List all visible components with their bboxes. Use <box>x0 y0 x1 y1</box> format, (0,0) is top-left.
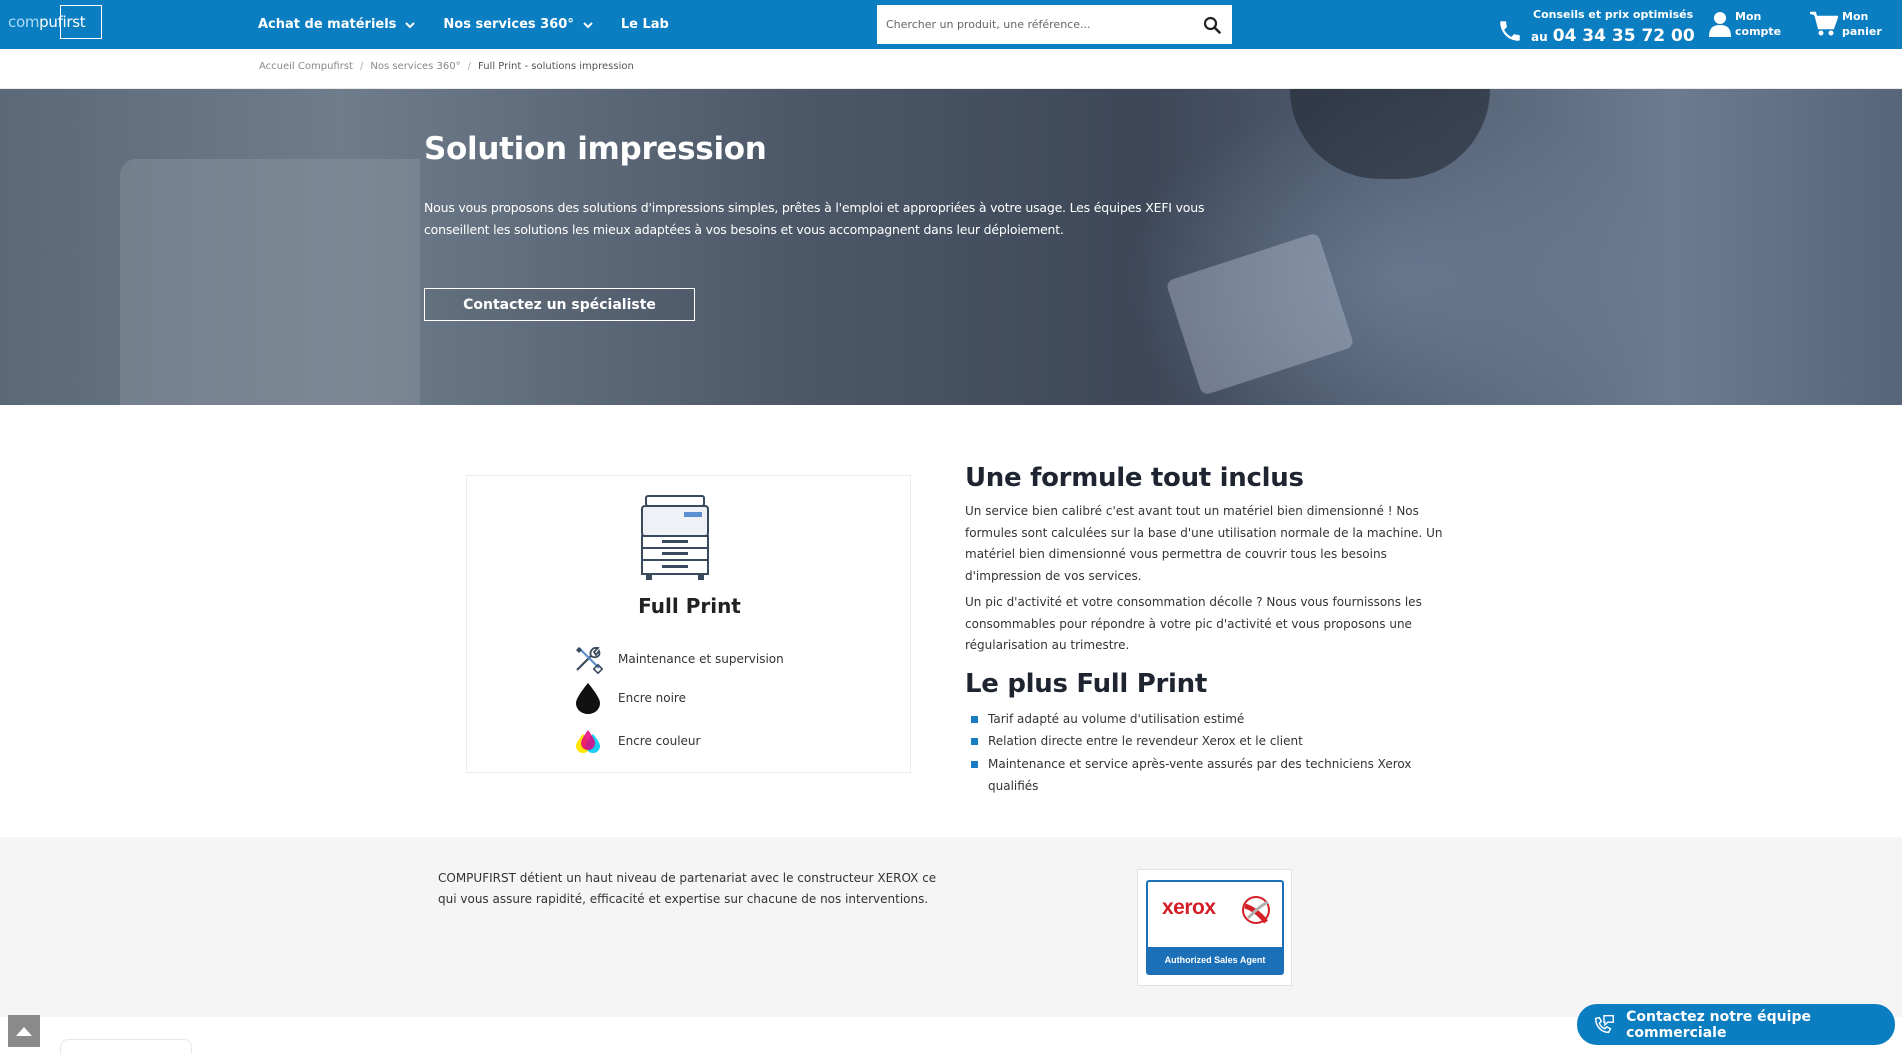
top-header: compufirst Achat de matériels Nos servic… <box>0 0 1902 49</box>
plus-title: Le plus Full Print <box>965 668 1207 699</box>
search-bar <box>877 5 1232 44</box>
feature-label: Encre couleur <box>618 734 701 748</box>
breadcrumb-item-home[interactable]: Accueil Compufirst <box>259 61 353 72</box>
nav-label: Achat de matériels <box>258 17 397 32</box>
tools-icon <box>573 644 603 674</box>
scroll-up-icon <box>16 1027 32 1036</box>
partner-band: COMPUFIRST détient un haut niveau de par… <box>0 837 1902 1017</box>
xerox-partner-badge: xerox Authorized Sales Agent <box>1137 869 1292 986</box>
hero-printer-shape <box>120 159 420 405</box>
breadcrumb-item-services[interactable]: Nos services 360° <box>370 61 460 72</box>
nav-le-lab[interactable]: Le Lab <box>621 17 669 32</box>
scroll-top-button[interactable] <box>8 1015 40 1047</box>
list-item: Relation directe entre le revendeur Xero… <box>965 730 1465 753</box>
breadcrumb-separator: / <box>467 61 472 72</box>
hero-banner: Solution impression Nous vous proposons … <box>0 89 1902 405</box>
contact-sales-button[interactable]: Contactez notre équipe commerciale <box>1577 1004 1895 1045</box>
header-contact[interactable]: Conseils et prix optimisés au 04 34 35 7… <box>1497 6 1695 46</box>
phone-icon <box>1500 21 1520 41</box>
chevron-down-icon <box>405 21 416 28</box>
logo-frame <box>60 5 102 39</box>
feature-black-ink: Encre noire <box>573 683 686 714</box>
nav-services-360[interactable]: Nos services 360° <box>443 17 593 32</box>
nav-label: Le Lab <box>620 17 669 32</box>
feature-label: Encre noire <box>618 691 686 705</box>
search-button[interactable] <box>1192 5 1232 44</box>
formula-paragraph-2: Un pic d'activité et votre consommation … <box>965 595 1422 652</box>
formula-section: Une formule tout inclus Un service bien … <box>965 463 1465 798</box>
feature-color-ink: Encre couleur <box>573 726 700 756</box>
main-nav: Achat de matériels Nos services 360° Le … <box>258 0 697 49</box>
bullet-square-icon <box>971 738 978 745</box>
search-input[interactable] <box>877 5 1192 44</box>
contact-specialist-button[interactable]: Contactez un spécialiste <box>424 288 695 321</box>
ink-drop-color-icon <box>573 726 603 756</box>
breadcrumb-item-current: Full Print - solutions impression <box>478 61 634 72</box>
formula-title: Une formule tout inclus <box>965 463 1304 493</box>
breadcrumb-separator: / <box>359 61 364 72</box>
full-print-card: Full Print Maintenance et supervision En… <box>466 475 911 773</box>
account-label: Mon compte <box>1735 10 1782 38</box>
card-title: Full Print <box>638 594 741 618</box>
hero-title: Solution impression <box>424 131 767 167</box>
bullet-square-icon <box>971 715 978 723</box>
contact-sales-label: Contactez notre équipe commerciale <box>1626 1008 1811 1041</box>
chevron-down-icon <box>583 21 593 28</box>
contact-phone-line: au 04 34 35 72 00 <box>1531 26 1695 46</box>
search-icon <box>1203 16 1221 34</box>
account-link[interactable]: Mon compte <box>1709 9 1781 39</box>
nav-label: Nos services 360° <box>443 17 574 32</box>
xerox-ball-icon <box>1242 896 1270 924</box>
user-icon <box>1709 12 1731 37</box>
phone-number[interactable]: 04 34 35 72 00 <box>1553 26 1695 46</box>
hero-description: Nous vous proposons des solutions d'impr… <box>424 200 1205 237</box>
compufirst-logo[interactable]: compufirst <box>8 5 102 39</box>
ink-drop-black-icon <box>573 683 603 714</box>
nav-achat-materiels[interactable]: Achat de matériels <box>258 17 416 32</box>
breadcrumb: Accueil Compufirst / Nos services 360° /… <box>259 61 634 72</box>
authorized-caption: Authorized Sales Agent <box>1148 947 1282 973</box>
feature-label: Maintenance et supervision <box>618 652 784 666</box>
cart-label: Mon panier <box>1842 10 1882 38</box>
bullet-square-icon <box>971 760 978 768</box>
list-item: Maintenance et service après-vente assur… <box>965 753 1465 798</box>
cart-link[interactable]: Mon panier <box>1810 9 1882 39</box>
feature-maintenance: Maintenance et supervision <box>573 644 784 674</box>
xerox-logo-text: xerox <box>1162 896 1216 919</box>
formula-paragraph-1: Un service bien calibré c'est avant tout… <box>965 504 1443 583</box>
badge-frame: xerox Authorized Sales Agent <box>1146 880 1284 975</box>
partner-text: COMPUFIRST détient un haut niveau de par… <box>438 871 937 906</box>
phone-chat-icon <box>1594 1014 1614 1033</box>
contact-tagline: Conseils et prix optimisés <box>1533 8 1694 21</box>
cart-icon <box>1810 11 1838 36</box>
contact-text: Conseils et prix optimisés au 04 34 35 7… <box>1531 6 1695 46</box>
list-item: Tarif adapté au volume d'utilisation est… <box>965 708 1465 731</box>
cookie-tab[interactable] <box>60 1039 192 1054</box>
plus-list: Tarif adapté au volume d'utilisation est… <box>965 708 1465 798</box>
printer-icon <box>641 495 709 580</box>
